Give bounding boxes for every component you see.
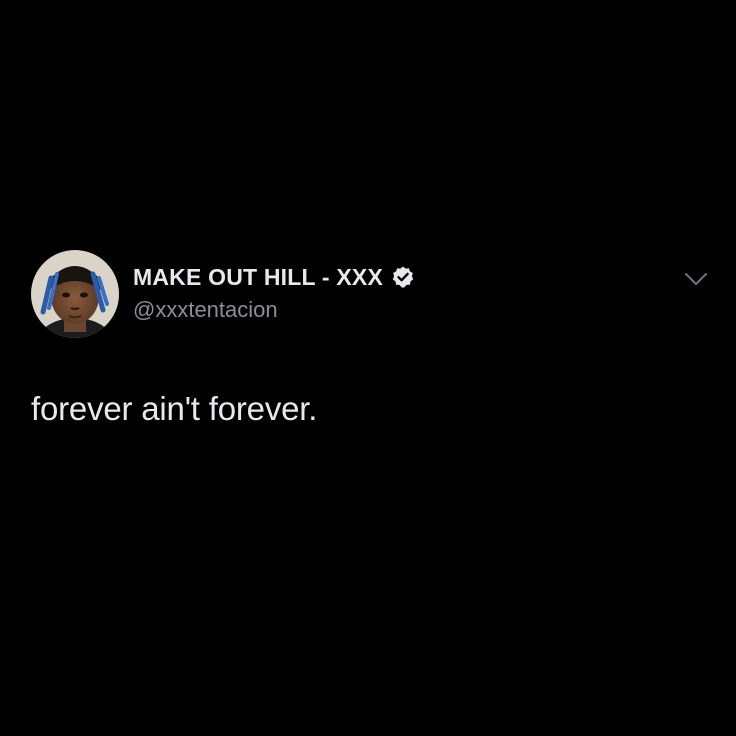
verified-badge-icon — [391, 265, 415, 289]
author-info: MAKE OUT HILL - XXX @xxxtentacion — [133, 262, 415, 323]
display-name[interactable]: MAKE OUT HILL - XXX — [133, 264, 383, 291]
avatar[interactable] — [31, 250, 119, 338]
name-row: MAKE OUT HILL - XXX — [133, 262, 415, 292]
tweet-text: forever ain't forever. — [31, 390, 318, 427]
handle[interactable]: @xxxtentacion — [133, 297, 415, 323]
tweet-card: MAKE OUT HILL - XXX @xxxtentacion foreve… — [0, 0, 736, 736]
avatar-photo — [31, 250, 119, 338]
chevron-down-icon[interactable] — [681, 268, 711, 290]
